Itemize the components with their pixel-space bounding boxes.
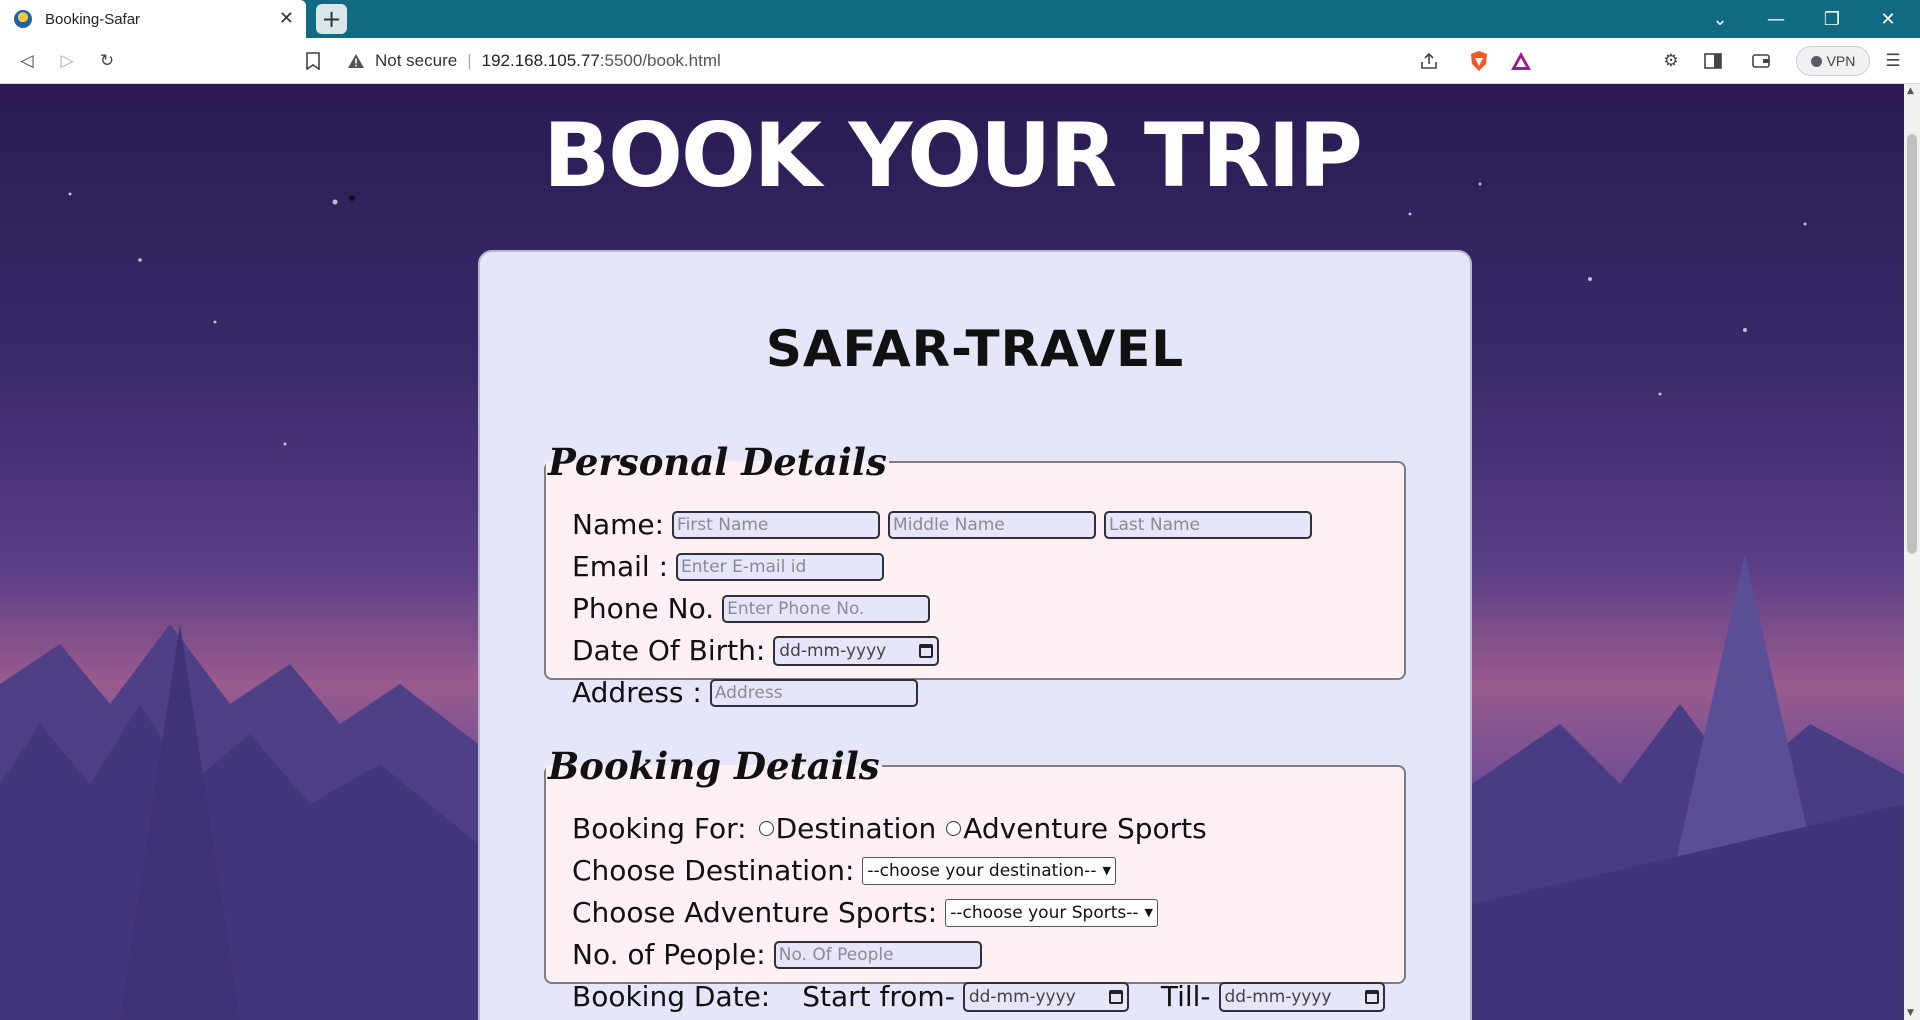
calendar-icon[interactable]: [1364, 989, 1379, 1004]
phone-row: Phone No.: [572, 592, 938, 625]
first-name-input[interactable]: [672, 510, 881, 539]
email-row: Email :: [572, 550, 892, 583]
till-date-label: Till-: [1160, 980, 1211, 1013]
destination-option-label[interactable]: Destination: [776, 812, 937, 845]
close-tab-icon[interactable]: ✕: [279, 8, 294, 29]
dob-row: Date Of Birth: dd-mm-yyyy: [572, 634, 940, 667]
warning-icon: [348, 54, 364, 68]
destination-select[interactable]: --choose your destination-- ▼: [862, 856, 1116, 885]
booking-for-row: Booking For: Destination Adventure Sport…: [572, 812, 1207, 845]
last-name-input[interactable]: [1104, 510, 1313, 539]
page-title: BOOK YOUR TRIP: [543, 104, 1363, 207]
plus-icon: +: [321, 5, 342, 33]
destination-radio[interactable]: [758, 821, 774, 836]
close-window-icon[interactable]: ✕: [1860, 0, 1916, 38]
name-row: Name:: [572, 508, 1320, 541]
vpn-status-icon: [1810, 55, 1822, 67]
name-label: Name:: [572, 508, 665, 541]
start-date-input[interactable]: dd-mm-yyyy: [962, 981, 1129, 1012]
scroll-up-icon[interactable]: ▲: [1907, 86, 1914, 96]
booking-card: SAFAR-TRAVEL Personal Details Name: Emai…: [478, 250, 1472, 1020]
sports-select-value: --choose your Sports--: [950, 902, 1139, 923]
till-date-input[interactable]: dd-mm-yyyy: [1218, 981, 1385, 1012]
browser-tab[interactable]: Booking-Safar ✕: [0, 0, 306, 38]
booking-for-label: Booking For:: [572, 812, 747, 845]
vpn-button[interactable]: VPN: [1796, 46, 1870, 76]
phone-input[interactable]: [722, 594, 931, 623]
browser-titlebar: Booking-Safar ✕ + ⌄ — ❐ ✕: [0, 0, 1920, 38]
dob-date-value: dd-mm-yyyy: [779, 640, 887, 661]
start-date-label: Start from-: [802, 980, 955, 1013]
middle-name-input[interactable]: [888, 510, 1097, 539]
back-icon[interactable]: ◁: [14, 48, 40, 74]
booking-details-section: Booking Details Booking For: Destination…: [544, 744, 1406, 1013]
url-path: :5500/book.html: [599, 51, 721, 70]
email-label: Email :: [572, 550, 669, 583]
sports-label: Choose Adventure Sports:: [572, 896, 938, 929]
wallet-icon[interactable]: [1748, 48, 1774, 74]
vpn-label: VPN: [1826, 53, 1856, 69]
booking-date-label: Booking Date:: [572, 980, 771, 1013]
brave-shields-icon[interactable]: [1466, 48, 1492, 74]
restore-icon[interactable]: ❐: [1804, 0, 1860, 38]
personal-details-section: Personal Details Name: Email : Phone No.…: [544, 440, 1406, 709]
adventure-option-label[interactable]: Adventure Sports: [963, 812, 1206, 845]
security-label[interactable]: Not secure: [375, 51, 457, 71]
start-date-value: dd-mm-yyyy: [968, 986, 1076, 1007]
till-date-value: dd-mm-yyyy: [1224, 986, 1332, 1007]
new-tab-button[interactable]: +: [316, 4, 347, 34]
page-viewport: BOOK YOUR TRIP SAFAR-TRAVEL Personal Det…: [0, 84, 1904, 1020]
address-input[interactable]: [709, 678, 918, 707]
dob-label: Date Of Birth:: [572, 634, 766, 667]
people-label: No. of People:: [572, 938, 766, 971]
tab-list-chevron-icon[interactable]: ⌄: [1692, 0, 1748, 38]
people-input[interactable]: [773, 940, 982, 969]
share-icon[interactable]: [1416, 48, 1442, 74]
page-scrollbar[interactable]: ▲ ▼: [1904, 84, 1920, 1020]
bookmark-icon[interactable]: [300, 48, 326, 74]
chevron-down-icon: ▼: [1102, 864, 1111, 877]
chevron-down-icon: ▼: [1144, 906, 1153, 919]
sports-select[interactable]: --choose your Sports-- ▼: [945, 898, 1158, 927]
scroll-thumb[interactable]: [1907, 134, 1917, 554]
browser-toolbar: ◁ ▷ ↻ Not secure | 192.168.105.77:5500/b…: [0, 38, 1920, 84]
destination-label: Choose Destination:: [572, 854, 855, 887]
tab-title: Booking-Safar: [45, 10, 141, 28]
booking-details-legend: Booking Details: [548, 744, 880, 788]
destination-select-value: --choose your destination--: [867, 860, 1097, 881]
brand-title: SAFAR-TRAVEL: [765, 320, 1185, 378]
dob-date-input[interactable]: dd-mm-yyyy: [773, 635, 940, 666]
people-row: No. of People:: [572, 938, 990, 971]
brave-rewards-icon[interactable]: [1508, 48, 1534, 74]
sports-row: Choose Adventure Sports: --choose your S…: [572, 896, 1158, 929]
extensions-icon[interactable]: ⚙: [1658, 48, 1684, 74]
scroll-down-icon[interactable]: ▼: [1907, 1008, 1914, 1018]
adventure-radio[interactable]: [946, 821, 962, 836]
reload-icon[interactable]: ↻: [94, 48, 120, 74]
calendar-icon[interactable]: [1108, 989, 1123, 1004]
address-label: Address :: [572, 676, 702, 709]
address-row: Address :: [572, 676, 926, 709]
destination-row: Choose Destination: --choose your destin…: [572, 854, 1116, 887]
calendar-icon[interactable]: [919, 643, 934, 658]
address-field[interactable]: Not secure | 192.168.105.77:5500/book.ht…: [347, 48, 721, 74]
menu-icon[interactable]: ☰: [1880, 48, 1906, 74]
personal-details-legend: Personal Details: [548, 440, 887, 484]
sidebar-icon[interactable]: [1700, 48, 1726, 74]
url-separator: |: [467, 51, 472, 70]
phone-label: Phone No.: [572, 592, 715, 625]
site-favicon-icon: [14, 10, 32, 28]
url-host: 192.168.105.77: [481, 51, 600, 70]
minimize-icon[interactable]: —: [1748, 0, 1804, 38]
forward-icon[interactable]: ▷: [54, 48, 80, 74]
email-field[interactable]: [676, 552, 885, 581]
booking-date-row: Booking Date: Start from- dd-mm-yyyy Til…: [572, 980, 1385, 1013]
